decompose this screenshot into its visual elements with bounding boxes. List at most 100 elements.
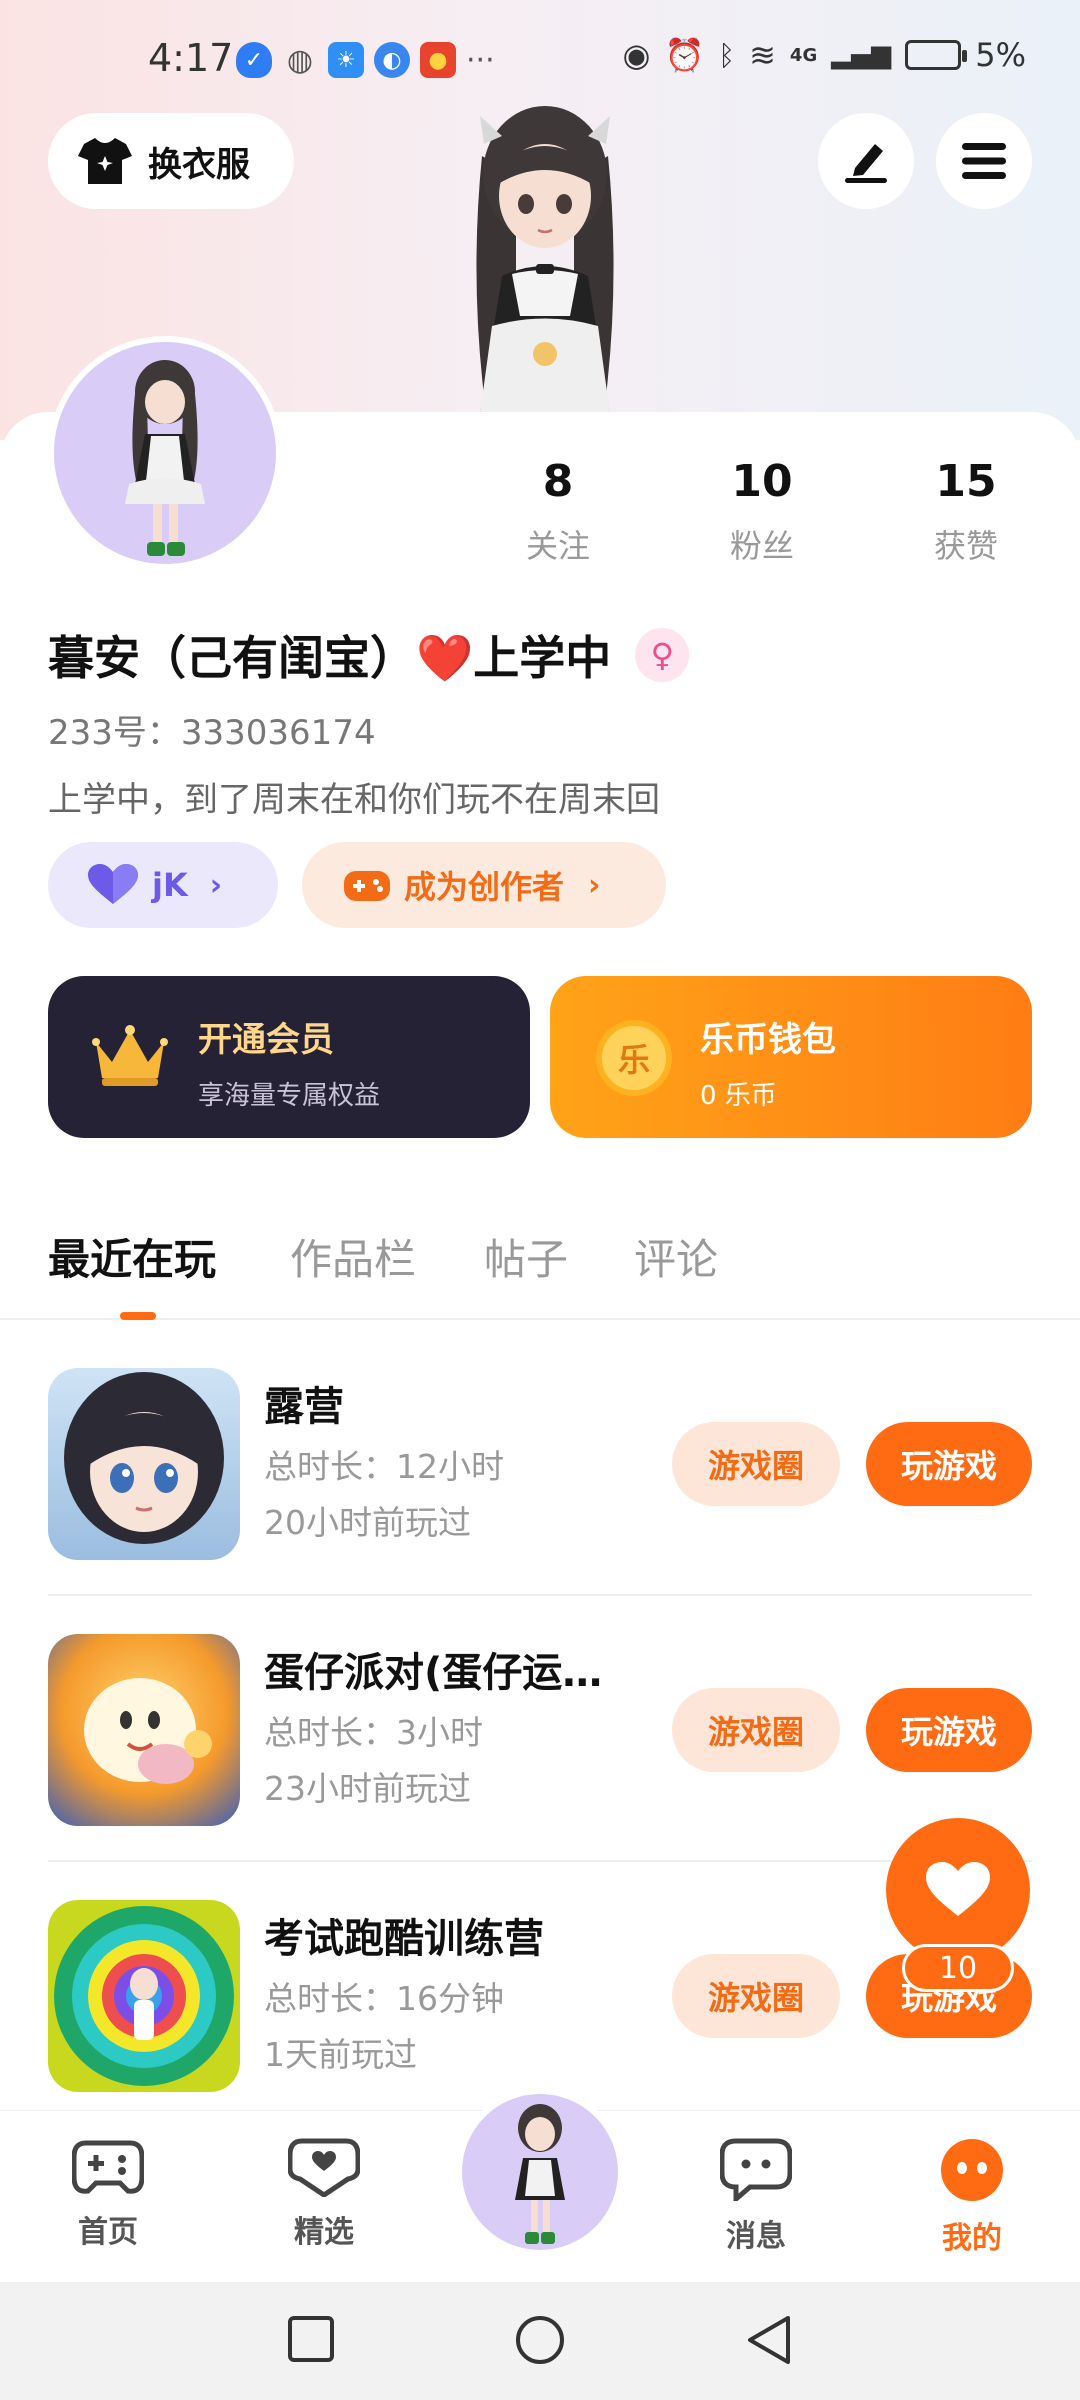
menu-icon xyxy=(962,143,1006,179)
game-total-time: 总时长：12小时 xyxy=(264,1447,504,1486)
game-name: 考试跑酷训练营 xyxy=(264,1916,544,1962)
game-last-played: 20小时前玩过 xyxy=(264,1503,471,1542)
heart-icon xyxy=(88,864,138,904)
game-circle-button[interactable]: 游戏圈 xyxy=(672,1954,840,2038)
change-outfit-button[interactable]: 换衣服 xyxy=(48,113,294,209)
followers-label: 粉丝 xyxy=(729,527,794,565)
coin-icon-char: 乐 xyxy=(617,1041,650,1079)
red-packet-icon: ● xyxy=(420,42,456,78)
likes-stat[interactable]: 15 获赞 xyxy=(886,456,1046,567)
game-total-time: 总时长：16分钟 xyxy=(264,1979,504,2018)
signal-icon: ▂▄▆ xyxy=(831,40,892,70)
avatar-3d-character[interactable] xyxy=(420,96,670,414)
game-last-played: 1天前玩过 xyxy=(264,2035,417,2074)
following-stat[interactable]: 8 关注 xyxy=(478,456,638,567)
become-creator-tag[interactable]: 成为创作者 › xyxy=(302,842,666,928)
guild-tag[interactable]: jK › xyxy=(48,842,278,928)
battery-icon xyxy=(905,40,968,70)
tshirt-icon xyxy=(78,138,132,184)
gamepad-icon xyxy=(71,2140,145,2194)
game-row[interactable]: 露营 总时长：12小时 20小时前玩过 游戏圈 玩游戏 xyxy=(48,1330,1032,1596)
tab-posts[interactable]: 帖子 xyxy=(484,1226,568,1287)
nickname: 暮安（己有闺宝）❤️上学中 xyxy=(48,631,612,685)
heart-icon xyxy=(926,1862,990,1916)
home-icon[interactable] xyxy=(514,2314,566,2366)
game-name: 蛋仔派对(蛋仔运… xyxy=(264,1650,603,1696)
shield-icon: ✓ xyxy=(236,42,272,78)
profile-stats: 8 关注 10 粉丝 15 获赞 xyxy=(0,456,1080,576)
bluetooth-icon: ᛒ xyxy=(718,38,736,72)
anime-girl-image xyxy=(64,1372,224,1544)
wechat-icon: ◍ xyxy=(286,42,314,78)
menu-button[interactable] xyxy=(936,113,1032,209)
followers-stat[interactable]: 10 粉丝 xyxy=(682,456,842,567)
followers-count: 10 xyxy=(731,456,793,507)
nav-me-label: 我的 xyxy=(942,2221,1002,2256)
nav-messages[interactable]: 消息 xyxy=(686,2137,826,2255)
rainbow-spiral-image xyxy=(54,1906,234,2086)
nav-home[interactable]: 首页 xyxy=(38,2137,178,2251)
heart-chat-icon xyxy=(287,2138,361,2199)
game-icon-eggy-party[interactable] xyxy=(48,1634,240,1826)
alarm-icon: ⏰ xyxy=(664,36,705,74)
game-total-time: 总时长：3小时 xyxy=(264,1713,483,1752)
eye-icon: ◉ xyxy=(622,36,651,74)
nav-featured-label: 精选 xyxy=(294,2215,354,2250)
female-gender-icon: ♀ xyxy=(635,628,690,682)
become-creator-label: 成为创作者 xyxy=(404,868,565,906)
tab-recently-played[interactable]: 最近在玩 xyxy=(48,1226,216,1287)
game-row[interactable]: 蛋仔派对(蛋仔运… 总时长：3小时 23小时前玩过 游戏圈 玩游戏 xyxy=(48,1596,1032,1862)
following-count: 8 xyxy=(542,456,574,507)
tab-comments[interactable]: 评论 xyxy=(634,1226,718,1287)
following-label: 关注 xyxy=(525,527,590,565)
play-game-button[interactable]: 玩游戏 xyxy=(866,1688,1032,1772)
message-bubble-icon xyxy=(719,2138,793,2205)
play-game-button[interactable]: 玩游戏 xyxy=(866,1422,1032,1506)
likes-label: 获赞 xyxy=(933,527,998,565)
user-id[interactable]: 233号：333036174 xyxy=(48,705,376,754)
battery-level: 5% xyxy=(975,36,1026,74)
content-tabs: 最近在玩 作品栏 帖子 评论 xyxy=(0,1218,1080,1320)
profile-face-icon xyxy=(941,2139,1003,2201)
back-icon[interactable] xyxy=(744,2314,794,2366)
game-icon-exam-parkour[interactable] xyxy=(48,1900,240,2092)
nav-home-label: 首页 xyxy=(78,2215,138,2250)
browser-icon: ◐ xyxy=(374,42,410,78)
eggy-character-image xyxy=(84,1678,212,1784)
like-count-badge: 10 xyxy=(902,1944,1014,1992)
recent-apps-icon[interactable] xyxy=(286,2314,336,2364)
notification-icons: ✓ ◍ ☀ ◐ ● ··· xyxy=(236,42,495,78)
guild-tag-label: jK xyxy=(152,866,188,904)
game-circle-button[interactable]: 游戏圈 xyxy=(672,1688,840,1772)
coin-icon: 乐 xyxy=(596,1020,672,1096)
game-last-played: 23小时前玩过 xyxy=(264,1769,471,1808)
status-bar: 4:17 ✓ ◍ ☀ ◐ ● ··· ◉ ⏰ ᛒ ≋ 4G ▂▄▆ 5% xyxy=(0,30,1080,90)
more-notifications-icon: ··· xyxy=(466,42,495,78)
wallet-balance: 0 乐币 xyxy=(700,1081,777,1111)
likes-count: 15 xyxy=(935,456,997,507)
vip-membership-card[interactable]: 开通会员 享海量专属权益 xyxy=(48,976,530,1138)
edit-profile-button[interactable] xyxy=(818,113,914,209)
system-status: ◉ ⏰ ᛒ ≋ 4G ▂▄▆ 5% xyxy=(623,36,1026,74)
network-label: 4G xyxy=(789,44,818,66)
wallet-title: 乐币钱包 xyxy=(700,1020,836,1060)
status-time: 4:17 xyxy=(148,36,234,80)
chevron-right-icon: › xyxy=(588,867,601,903)
nav-avatar-button[interactable] xyxy=(456,2088,624,2256)
game-icon-camping[interactable] xyxy=(48,1368,240,1560)
floating-like-button[interactable] xyxy=(886,1818,1030,1962)
wifi-icon: ≋ xyxy=(749,36,776,74)
avatar-character-image xyxy=(515,2104,565,2244)
nickname-row: 暮安（己有闺宝）❤️上学中 ♀ xyxy=(48,622,690,688)
crown-icon xyxy=(92,1025,168,1086)
tab-works[interactable]: 作品栏 xyxy=(290,1226,416,1287)
nav-featured[interactable]: 精选 xyxy=(254,2137,394,2251)
chevron-right-icon: › xyxy=(209,867,223,903)
profile-bio: 上学中，到了周末在和你们玩不在周末回 xyxy=(48,780,660,820)
active-tab-indicator xyxy=(120,1312,156,1320)
gamepad-icon xyxy=(344,871,390,901)
coin-wallet-card[interactable]: 乐 乐币钱包 0 乐币 xyxy=(550,976,1032,1138)
nav-me[interactable]: 我的 xyxy=(902,2137,1042,2257)
pen-icon xyxy=(845,144,887,183)
game-circle-button[interactable]: 游戏圈 xyxy=(672,1422,840,1506)
